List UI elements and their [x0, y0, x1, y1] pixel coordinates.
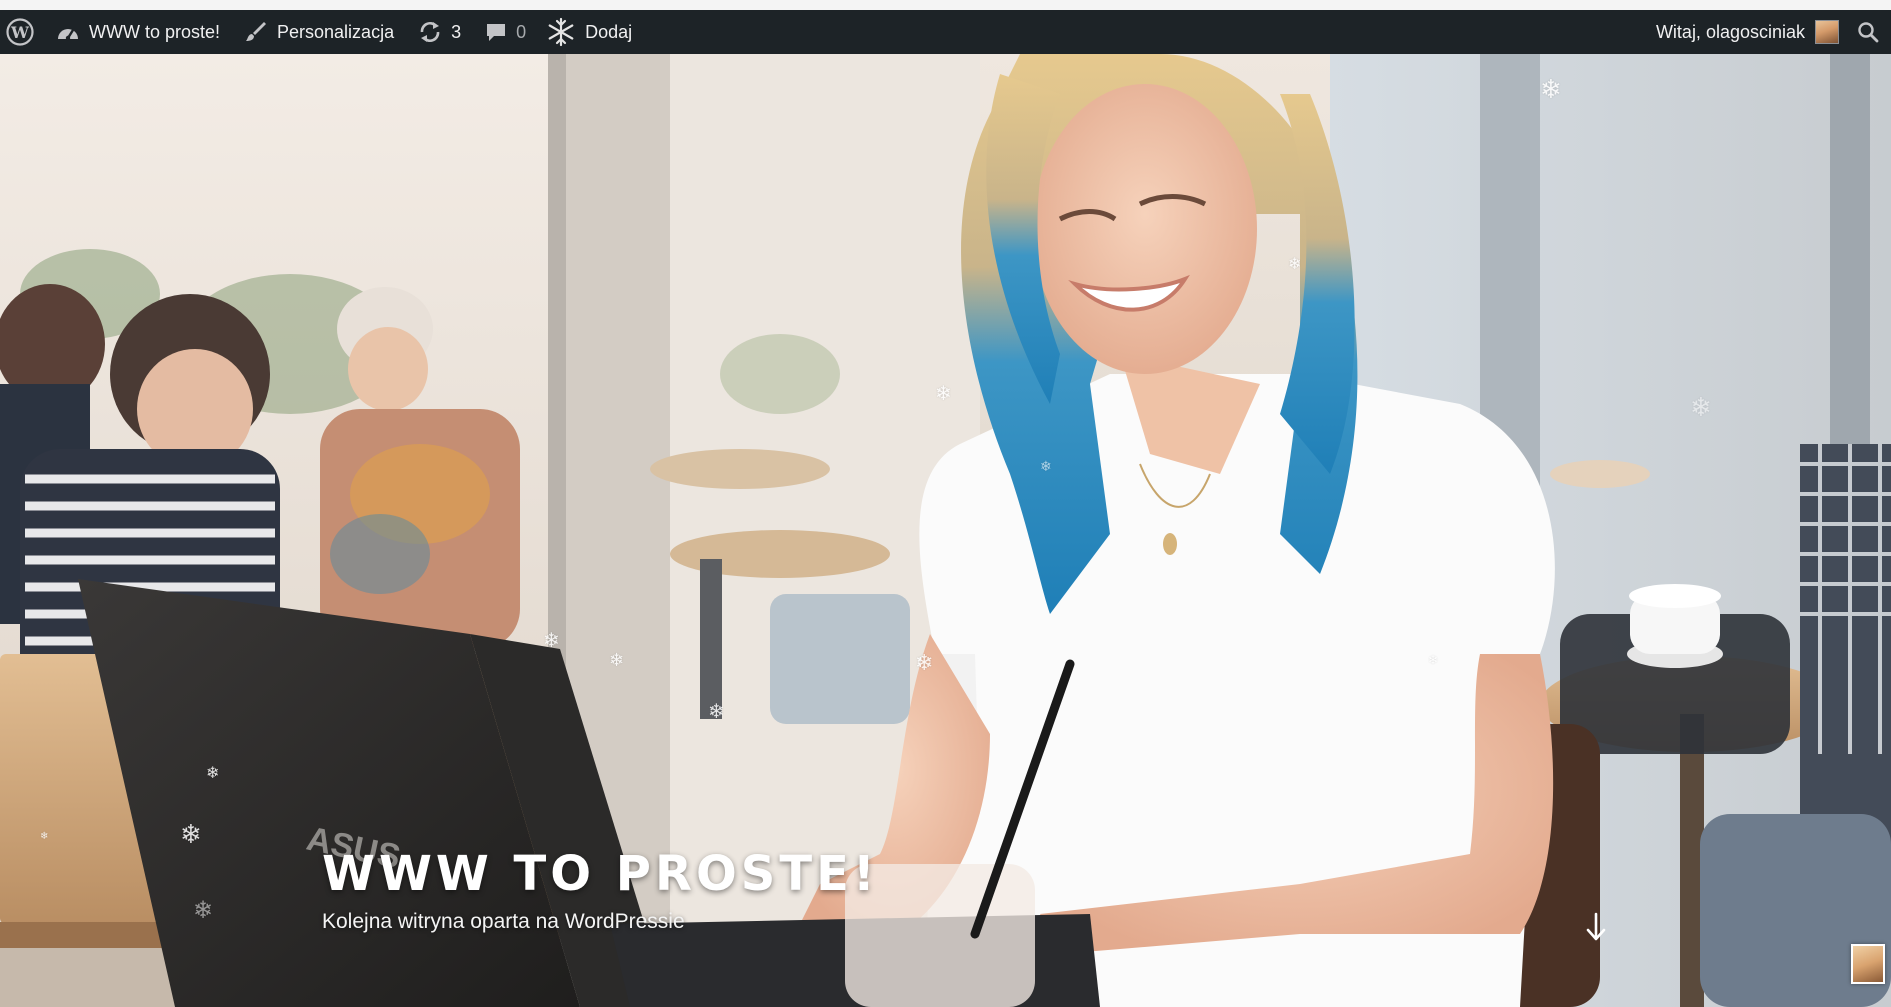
site-name-label: WWW to proste! [89, 21, 221, 42]
search-icon [1858, 22, 1879, 43]
comment-bubble-icon [487, 24, 506, 41]
wordpress-logo-icon: W [6, 18, 34, 46]
customize-link[interactable]: Personalizacja [230, 10, 404, 54]
refresh-icon [420, 21, 440, 43]
browser-top-strip [0, 0, 1891, 10]
snowflake-decoration: ❄ [708, 701, 725, 723]
webcam-thumbnail [1851, 944, 1885, 984]
comments-count: 0 [516, 21, 527, 42]
search-button[interactable] [1853, 10, 1891, 54]
snowflake-decoration: ❄ [915, 650, 934, 675]
snowflake-decoration: ❄ [1288, 256, 1302, 273]
updates-count: 3 [451, 21, 462, 42]
arrow-down-icon[interactable] [1584, 912, 1608, 942]
snowflake-decoration: ❄ [609, 650, 625, 670]
comments-link[interactable]: 0 [471, 10, 536, 54]
hero-background-image: ASUS [0, 54, 1891, 1007]
snowflake-decoration: ❄ [543, 630, 560, 652]
paintbrush-icon [246, 22, 267, 41]
snowflake-decoration: ❄ [206, 765, 220, 782]
avatar [1815, 20, 1839, 44]
snowflake-decoration: ❄ [1040, 458, 1052, 474]
snowflake-decoration: ❄ [193, 897, 214, 924]
new-content-label: Dodaj [585, 21, 633, 42]
new-content-menu[interactable]: Dodaj [536, 10, 642, 54]
dashboard-icon [58, 29, 78, 41]
account-greeting: Witaj, olagosciniak [1655, 21, 1805, 42]
wordpress-logo-menu[interactable]: W [0, 10, 46, 54]
snowflake-decoration: ❄ [40, 831, 49, 842]
snowflake-decoration: ❄ [1540, 74, 1562, 104]
my-account-menu[interactable]: Witaj, olagosciniak [1646, 10, 1853, 54]
snowflake-icon [548, 17, 574, 47]
admin-bar: W WWW to proste! Personalizacja 3 0 Doda… [0, 10, 1891, 54]
snowflake-decoration: ❄ [1690, 392, 1712, 422]
site-title[interactable]: WWW TO PROSTE! [322, 846, 879, 902]
snowflake-decoration: ❄ [1428, 653, 1439, 667]
updates-link[interactable]: 3 [404, 10, 471, 54]
site-tagline: Kolejna witryna oparta na WordPressie [322, 910, 685, 933]
hero-header: ASUS ❄ ❄ ❄ ❄ ❄ ❄ ❄ ❄ ❄ ❄ ❄ ❄ ❄ ❄ WWW TO … [0, 54, 1891, 1007]
site-name-menu[interactable]: WWW to proste! [46, 10, 230, 54]
svg-text:W: W [10, 23, 30, 42]
snowflake-decoration: ❄ [180, 819, 202, 849]
customize-label: Personalizacja [277, 21, 395, 42]
snowflake-decoration: ❄ [935, 383, 952, 405]
